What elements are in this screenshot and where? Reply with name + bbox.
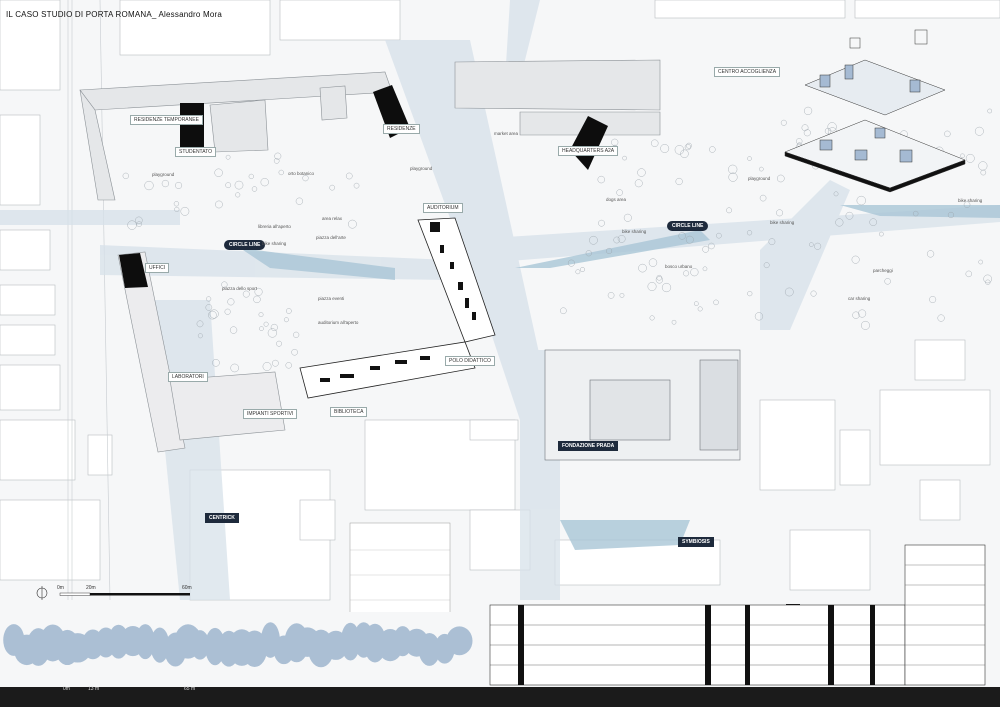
note-bike-sharing-2: bike sharing xyxy=(622,229,647,234)
masterplan-sheet: IL CASO STUDIO DI PORTA ROMANA_ Alessand… xyxy=(0,0,1000,707)
bottom-band xyxy=(0,687,1000,707)
note-playground-1: playground xyxy=(152,172,175,177)
label-biblioteca: BIBLIOTECA xyxy=(330,407,368,417)
note-playground-3: playground xyxy=(748,176,771,181)
elev-scale-13: 13 m xyxy=(88,686,100,692)
label-headquarters: HEADQUARTERS A2A xyxy=(558,146,619,156)
label-circle-line-west: CIRCLE LINE xyxy=(224,240,266,250)
note-piazza-eventi: piazza eventi xyxy=(318,296,345,301)
label-symbiosis: SYMBIOSIS xyxy=(678,537,714,547)
masterplan-drawing xyxy=(0,0,1000,707)
note-piazza-sport: piazza dello sport xyxy=(222,286,258,291)
label-polo-didattico: POLO DIDATTICO xyxy=(445,356,495,366)
note-auditorium-aperto: auditorium all'aperto xyxy=(318,320,359,325)
note-playground-2: playground xyxy=(410,166,433,171)
label-auditorium: AUDITORIUM xyxy=(423,203,463,213)
label-studentato: STUDENTATO xyxy=(175,147,217,157)
label-centrick: CENTRICK xyxy=(205,513,239,523)
label-uffici: UFFICI xyxy=(145,263,170,273)
plan-scale-0: 0m xyxy=(57,585,64,591)
note-bike-sharing-4: bike sharing xyxy=(958,198,983,203)
label-fondazione-prada: FONDAZIONE PRADA xyxy=(558,441,619,451)
note-parcheggi: parcheggi xyxy=(873,268,893,273)
label-circle-line-east: CIRCLE LINE xyxy=(667,221,709,231)
label-residenze: RESIDENZE xyxy=(383,124,420,134)
elev-scale-65: 65 m xyxy=(184,686,196,692)
note-bike-sharing-1: bike sharing xyxy=(262,241,287,246)
label-residenze-temporanee: RESIDENZE TEMPORANEE xyxy=(130,115,203,125)
note-market-area: market area xyxy=(494,131,519,136)
sheet-title: IL CASO STUDIO DI PORTA ROMANA_ Alessand… xyxy=(6,10,222,19)
note-orto-botanico: orto botanico xyxy=(288,171,315,176)
note-bike-sharing-3: bike sharing xyxy=(770,220,795,225)
note-dogs-area: dogs area xyxy=(606,197,627,202)
plan-scale-60: 60m xyxy=(182,585,192,591)
note-libreria: libreria all'aperto xyxy=(258,224,291,229)
label-centro-accoglienza: CENTRO ACCOGLIENZA xyxy=(714,67,781,77)
note-car-sharing: car sharing xyxy=(848,296,871,301)
label-impianti-sportivi: IMPIANTI SPORTIVI xyxy=(243,409,298,419)
label-laboratori: LABORATORI xyxy=(168,372,208,382)
elevation-tree xyxy=(446,626,473,656)
elev-scale-0: 0m xyxy=(63,686,70,692)
note-piazza-arte: piazza dell'arte xyxy=(316,235,346,240)
note-bosco-urbano: bosco urbano xyxy=(665,264,693,269)
plan-scale-20: 20m xyxy=(86,585,96,591)
note-area-relax: area relax xyxy=(322,216,343,221)
